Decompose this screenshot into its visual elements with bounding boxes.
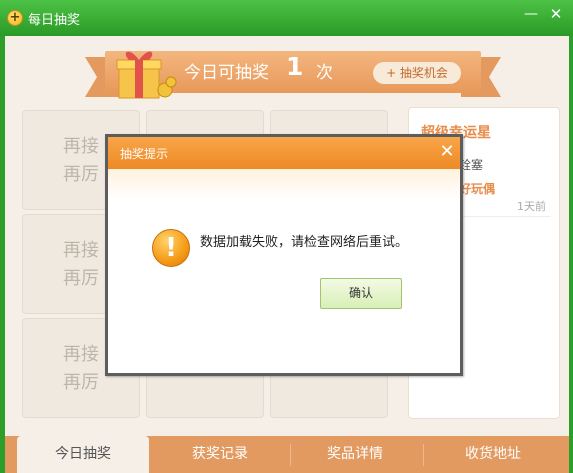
dialog-title: 抽奖提示 xyxy=(120,147,169,161)
dialog-header: 抽奖提示 ✕ xyxy=(108,137,460,169)
draw-count: 1 xyxy=(286,52,304,81)
tab-shipping-address[interactable]: 收货地址 xyxy=(423,436,563,473)
warning-icon: ! xyxy=(152,229,190,267)
get-chance-button[interactable]: + 抽奖机会 xyxy=(373,62,461,84)
prize-cell-line1 xyxy=(147,111,263,133)
tab-win-records[interactable]: 获奖记录 xyxy=(155,436,285,473)
gift-box-icon xyxy=(116,51,177,99)
app-logo-icon: + xyxy=(7,10,23,26)
draw-alert-dialog: 抽奖提示 ✕ ! 数据加载失败，请检查网络后重试。 确认 xyxy=(105,134,463,376)
dialog-header-gradient xyxy=(108,169,460,199)
banner-label: 今日可抽奖 xyxy=(184,63,269,83)
window-close-button[interactable]: ✕ xyxy=(546,4,566,24)
window-title: 每日抽奖 xyxy=(28,13,81,28)
winner-time: 1天前 xyxy=(517,200,546,213)
prize-cell-line1 xyxy=(271,111,387,133)
tab-prize-details[interactable]: 奖品详情 xyxy=(290,436,420,473)
title-bar: + 每日抽奖 — ✕ xyxy=(0,0,573,36)
minimize-button[interactable]: — xyxy=(521,4,541,24)
tab-today-draw[interactable]: 今日抽奖 xyxy=(17,436,149,473)
bottom-tab-bar: 今日抽奖 获奖记录 奖品详情 收货地址 xyxy=(5,436,569,473)
winner-prize: 好玩偶 xyxy=(459,182,496,196)
draw-count-unit: 次 xyxy=(316,63,333,83)
dialog-message: 数据加载失败，请检查网络后重试。 xyxy=(200,235,409,250)
confirm-button[interactable]: 确认 xyxy=(320,278,402,309)
dialog-close-button[interactable]: ✕ xyxy=(438,142,456,162)
